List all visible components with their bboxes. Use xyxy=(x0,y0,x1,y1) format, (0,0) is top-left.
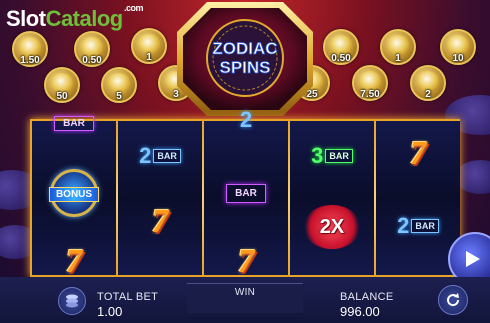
prize-coin-value: 10 xyxy=(452,53,464,64)
brand-logo-suffix: .com xyxy=(124,3,144,13)
zodiac-coin-icon xyxy=(447,35,469,55)
prize-coin: 10 xyxy=(440,29,476,65)
reel-symbol-2bar: 2 BAR xyxy=(376,213,460,239)
prize-coin: 1.50 xyxy=(12,31,48,67)
reel-grid: BAR BONUS 7 2 BAR 7 2 BAR 7 3 BAR 2X 7 2 BA… xyxy=(30,107,460,280)
cloud-decoration xyxy=(455,160,490,194)
bar-symbol: BAR xyxy=(54,116,94,131)
double-bar-label: BAR xyxy=(411,219,439,233)
reel-1: BAR BONUS 7 xyxy=(32,116,116,280)
prize-coin-value: 1 xyxy=(395,53,401,64)
double-bar-symbol: 2 BAR xyxy=(397,213,439,239)
reel-symbol-2bar: 2 BAR xyxy=(118,143,202,169)
prize-coin: 1 xyxy=(380,29,416,65)
bar-symbol: BAR xyxy=(226,184,266,203)
game-title-line2: SPINS xyxy=(219,58,270,77)
seven-symbol: 7 xyxy=(237,243,255,280)
play-icon xyxy=(466,251,480,267)
brand-logo-part1: Slot xyxy=(6,6,46,31)
zodiac-coin-icon xyxy=(81,37,103,57)
triple-bar-number: 3 xyxy=(311,143,324,168)
double-bar-number: 2 xyxy=(239,107,253,132)
seven-symbol: 7 xyxy=(65,243,83,280)
prize-coin-value: 7.50 xyxy=(360,89,380,100)
zodiac-coin-icon xyxy=(19,37,41,57)
double-bar-label: BAR xyxy=(153,149,181,163)
reel-3: 2 BAR 7 xyxy=(204,107,288,280)
reel-symbol-bar: BAR xyxy=(32,113,116,131)
total-bet-label: TOTAL BET xyxy=(97,291,159,303)
prize-coin: 0.50 xyxy=(74,31,110,67)
seven-symbol: 7 xyxy=(409,135,427,172)
reel-symbol-bar: BAR xyxy=(204,183,288,203)
reel-5: 7 2 BAR xyxy=(376,121,460,275)
zodiac-coin-icon xyxy=(387,35,409,55)
prize-coin: 2 xyxy=(410,65,446,101)
prize-coin-value: 5 xyxy=(116,91,122,102)
prize-coin-value: 0.50 xyxy=(82,55,102,66)
zodiac-coin-icon xyxy=(417,71,439,91)
prize-coin-value: 50 xyxy=(56,91,68,102)
prize-coin-value: 0.50 xyxy=(331,53,351,64)
prize-coin-value: 1 xyxy=(146,52,152,63)
prize-coin-value: 2 xyxy=(425,89,431,100)
bonus-symbol-label: BONUS xyxy=(49,187,99,202)
prize-coin-value: 1.50 xyxy=(20,55,40,66)
zodiac-coin-icon xyxy=(138,34,160,54)
balance-value: 996.00 xyxy=(340,304,380,319)
coin-stack-icon xyxy=(66,294,78,308)
reel-symbol-3bar: 3 BAR xyxy=(290,143,374,169)
game-title-line1: ZODIAC xyxy=(212,39,277,58)
zodiac-coin-icon xyxy=(330,35,352,55)
prize-coin: 50 xyxy=(44,67,80,103)
prize-coin: 5 xyxy=(101,67,137,103)
zodiac-coin-icon xyxy=(51,73,73,93)
double-bar-number: 2 xyxy=(397,213,410,238)
multiplier-label: 2X xyxy=(319,216,345,238)
brand-logo: SlotCatalog .com xyxy=(6,4,144,31)
bet-coins-button[interactable] xyxy=(58,287,86,315)
game-screen: SlotCatalog .com 1.50 0.50 1 50 5 3 0.50 … xyxy=(0,0,490,323)
zodiac-coin-icon xyxy=(108,73,130,93)
reel-4: 3 BAR 2X xyxy=(290,121,374,275)
total-bet-value: 1.00 xyxy=(97,304,123,319)
game-title-badge: ZODIAC SPINS xyxy=(177,2,313,116)
brand-logo-part2: Catalog xyxy=(45,6,124,31)
double-bar-symbol: 2 BAR xyxy=(139,143,181,169)
bonus-symbol: BONUS xyxy=(49,169,99,217)
autoplay-button[interactable] xyxy=(438,285,468,315)
reel-symbol-2bar: 2 xyxy=(204,107,288,133)
reel-2: 2 BAR 7 xyxy=(118,121,202,275)
seven-symbol: 7 xyxy=(151,203,169,240)
multiplier-symbol: 2X xyxy=(303,205,361,249)
double-bar-number: 2 xyxy=(139,143,152,168)
prize-coin: 1 xyxy=(131,28,167,64)
balance-label: BALANCE xyxy=(340,291,394,303)
win-label: WIN xyxy=(234,287,256,298)
zodiac-coin-icon xyxy=(359,71,381,91)
win-display: WIN xyxy=(187,283,303,313)
triple-bar-label: BAR xyxy=(325,149,353,163)
prize-coin: 0.50 xyxy=(323,29,359,65)
refresh-icon xyxy=(447,293,460,307)
triple-bar-symbol: 3 BAR xyxy=(311,143,353,169)
double-bar-symbol: 2 xyxy=(240,107,252,133)
prize-coin: 7.50 xyxy=(352,65,388,101)
